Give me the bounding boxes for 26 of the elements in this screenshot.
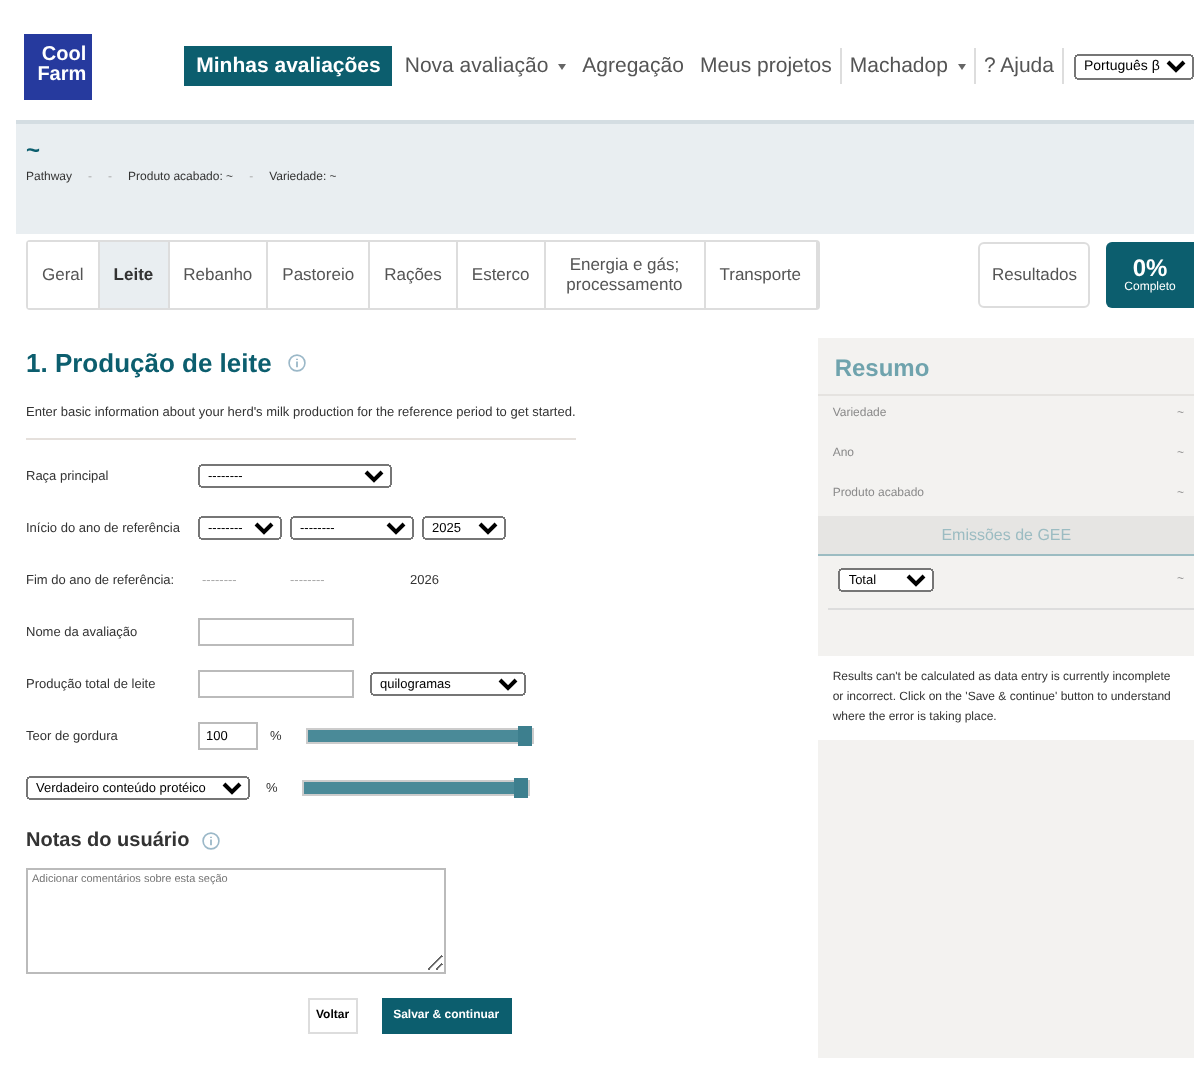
info-icon[interactable] bbox=[201, 832, 220, 850]
summary-title: Resumo bbox=[818, 338, 1194, 396]
nav-link[interactable]: Nova avaliação bbox=[396, 48, 575, 84]
emissions-header: Emissões de GEE bbox=[818, 516, 1194, 556]
caret-icon bbox=[957, 63, 966, 69]
slider-thumb[interactable] bbox=[513, 778, 528, 798]
logo-text: Farm bbox=[37, 66, 87, 86]
tab[interactable]: Geral bbox=[28, 241, 100, 307]
slider-thumb[interactable] bbox=[517, 726, 532, 746]
nav-link[interactable]: Agregação bbox=[574, 48, 692, 84]
amount-field[interactable] bbox=[198, 670, 354, 698]
results-button[interactable]: Resultados bbox=[978, 241, 1090, 307]
caret-icon bbox=[558, 63, 567, 69]
assessment-title: ~ bbox=[26, 136, 43, 164]
name-field[interactable] bbox=[198, 618, 354, 646]
notes-title: Notas do usuário bbox=[26, 830, 190, 852]
section-title: 1. Produção de leite bbox=[26, 348, 272, 378]
nav-link[interactable]: Meus projetos bbox=[691, 48, 842, 84]
nav-link[interactable]: ? Ajuda bbox=[975, 48, 1064, 84]
logo-text: Cool bbox=[41, 46, 87, 66]
info-icon[interactable] bbox=[287, 354, 306, 372]
progress-value: 0% bbox=[1132, 254, 1168, 282]
tab[interactable]: Leite bbox=[99, 241, 170, 307]
nav-link[interactable]: Minhas avaliações bbox=[184, 46, 393, 86]
logo[interactable]: Cool Farm bbox=[24, 33, 93, 99]
nav-link[interactable]: Machadop bbox=[841, 48, 976, 84]
